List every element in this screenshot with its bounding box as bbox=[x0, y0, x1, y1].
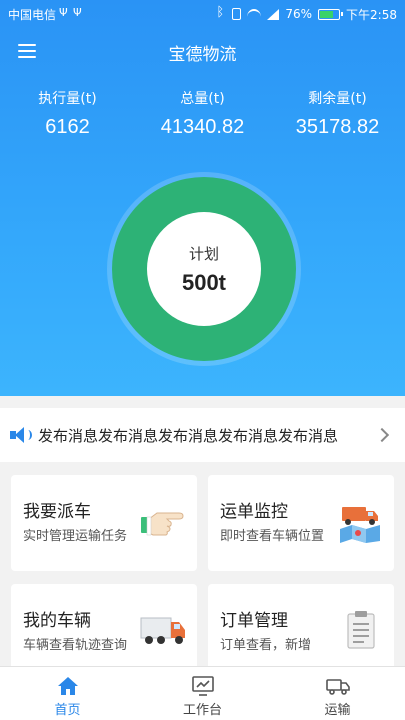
pointing-hand-icon bbox=[141, 512, 184, 536]
tab-label: 工作台 bbox=[182, 703, 222, 718]
clipboard-icon bbox=[347, 611, 375, 649]
card-title: 我的车辆 bbox=[23, 611, 91, 631]
truck-icon bbox=[325, 679, 350, 695]
battery-icon bbox=[318, 8, 344, 20]
plan-label: 计划 bbox=[188, 245, 219, 263]
truck-icon bbox=[140, 617, 185, 644]
stat-label: 总量(t) bbox=[180, 91, 225, 107]
usb-debug-icon bbox=[73, 6, 84, 19]
card-subtitle: 车辆查看轨迹查询 bbox=[23, 638, 128, 653]
app-bar: 宝德物流 bbox=[0, 28, 405, 76]
tab-home[interactable]: 首页 bbox=[0, 667, 135, 720]
home-icon bbox=[57, 677, 78, 695]
truck-map-icon bbox=[340, 507, 380, 543]
status-bar: 中国电信 76% 下午2:58 bbox=[0, 0, 405, 28]
speaker-icon bbox=[10, 425, 32, 445]
notice-text: 发布消息发布消息发布消息发布消息发布消息 bbox=[38, 426, 339, 445]
battery-percent: 76% bbox=[285, 7, 313, 21]
card-title: 运单监控 bbox=[220, 502, 288, 522]
stat-remaining: 剩余量(t) 35178.82 bbox=[270, 88, 405, 148]
workbench-icon bbox=[191, 676, 214, 696]
card-subtitle: 订单查看，新增 bbox=[220, 638, 312, 653]
bottom-tab-bar: 首页 工作台 运输 bbox=[0, 666, 405, 720]
stat-value: 6162 bbox=[45, 116, 90, 138]
card-dispatch[interactable]: 我要派车 实时管理运输任务 bbox=[11, 475, 197, 571]
chevron-right-icon bbox=[374, 427, 390, 443]
usb-icon bbox=[59, 6, 70, 19]
stats-row: 执行量(t) 6162 总量(t) 41340.82 剩余量(t) 35178.… bbox=[0, 88, 405, 148]
card-subtitle: 即时查看车辆位置 bbox=[220, 529, 325, 544]
bluetooth-icon bbox=[216, 5, 226, 20]
stat-executed: 执行量(t) 6162 bbox=[0, 88, 135, 148]
stat-value: 41340.82 bbox=[160, 116, 245, 138]
vibrate-icon bbox=[232, 8, 242, 20]
tab-workbench[interactable]: 工作台 bbox=[135, 667, 270, 720]
card-subtitle: 实时管理运输任务 bbox=[23, 529, 128, 544]
stat-total: 总量(t) 41340.82 bbox=[135, 88, 270, 148]
wifi-icon bbox=[247, 9, 262, 19]
card-title: 订单管理 bbox=[220, 611, 288, 631]
tab-transport[interactable]: 运输 bbox=[270, 667, 405, 720]
stat-label: 执行量(t) bbox=[38, 91, 97, 107]
card-title: 我要派车 bbox=[23, 502, 91, 522]
signal-icon bbox=[267, 8, 280, 20]
stat-label: 剩余量(t) bbox=[308, 91, 367, 107]
clock: 下午2:58 bbox=[346, 7, 397, 22]
plan-center: 计划 500t bbox=[147, 212, 261, 326]
card-waybill-monitor[interactable]: 运单监控 即时查看车辆位置 bbox=[208, 475, 394, 571]
app-title: 宝德物流 bbox=[168, 45, 237, 65]
tab-label: 首页 bbox=[54, 703, 81, 718]
notice-bar[interactable]: 发布消息发布消息发布消息发布消息发布消息 bbox=[0, 408, 405, 462]
plan-value: 500t bbox=[181, 270, 227, 295]
stat-value: 35178.82 bbox=[295, 116, 380, 138]
tab-label: 运输 bbox=[324, 703, 351, 718]
carrier-label: 中国电信 bbox=[8, 7, 57, 22]
